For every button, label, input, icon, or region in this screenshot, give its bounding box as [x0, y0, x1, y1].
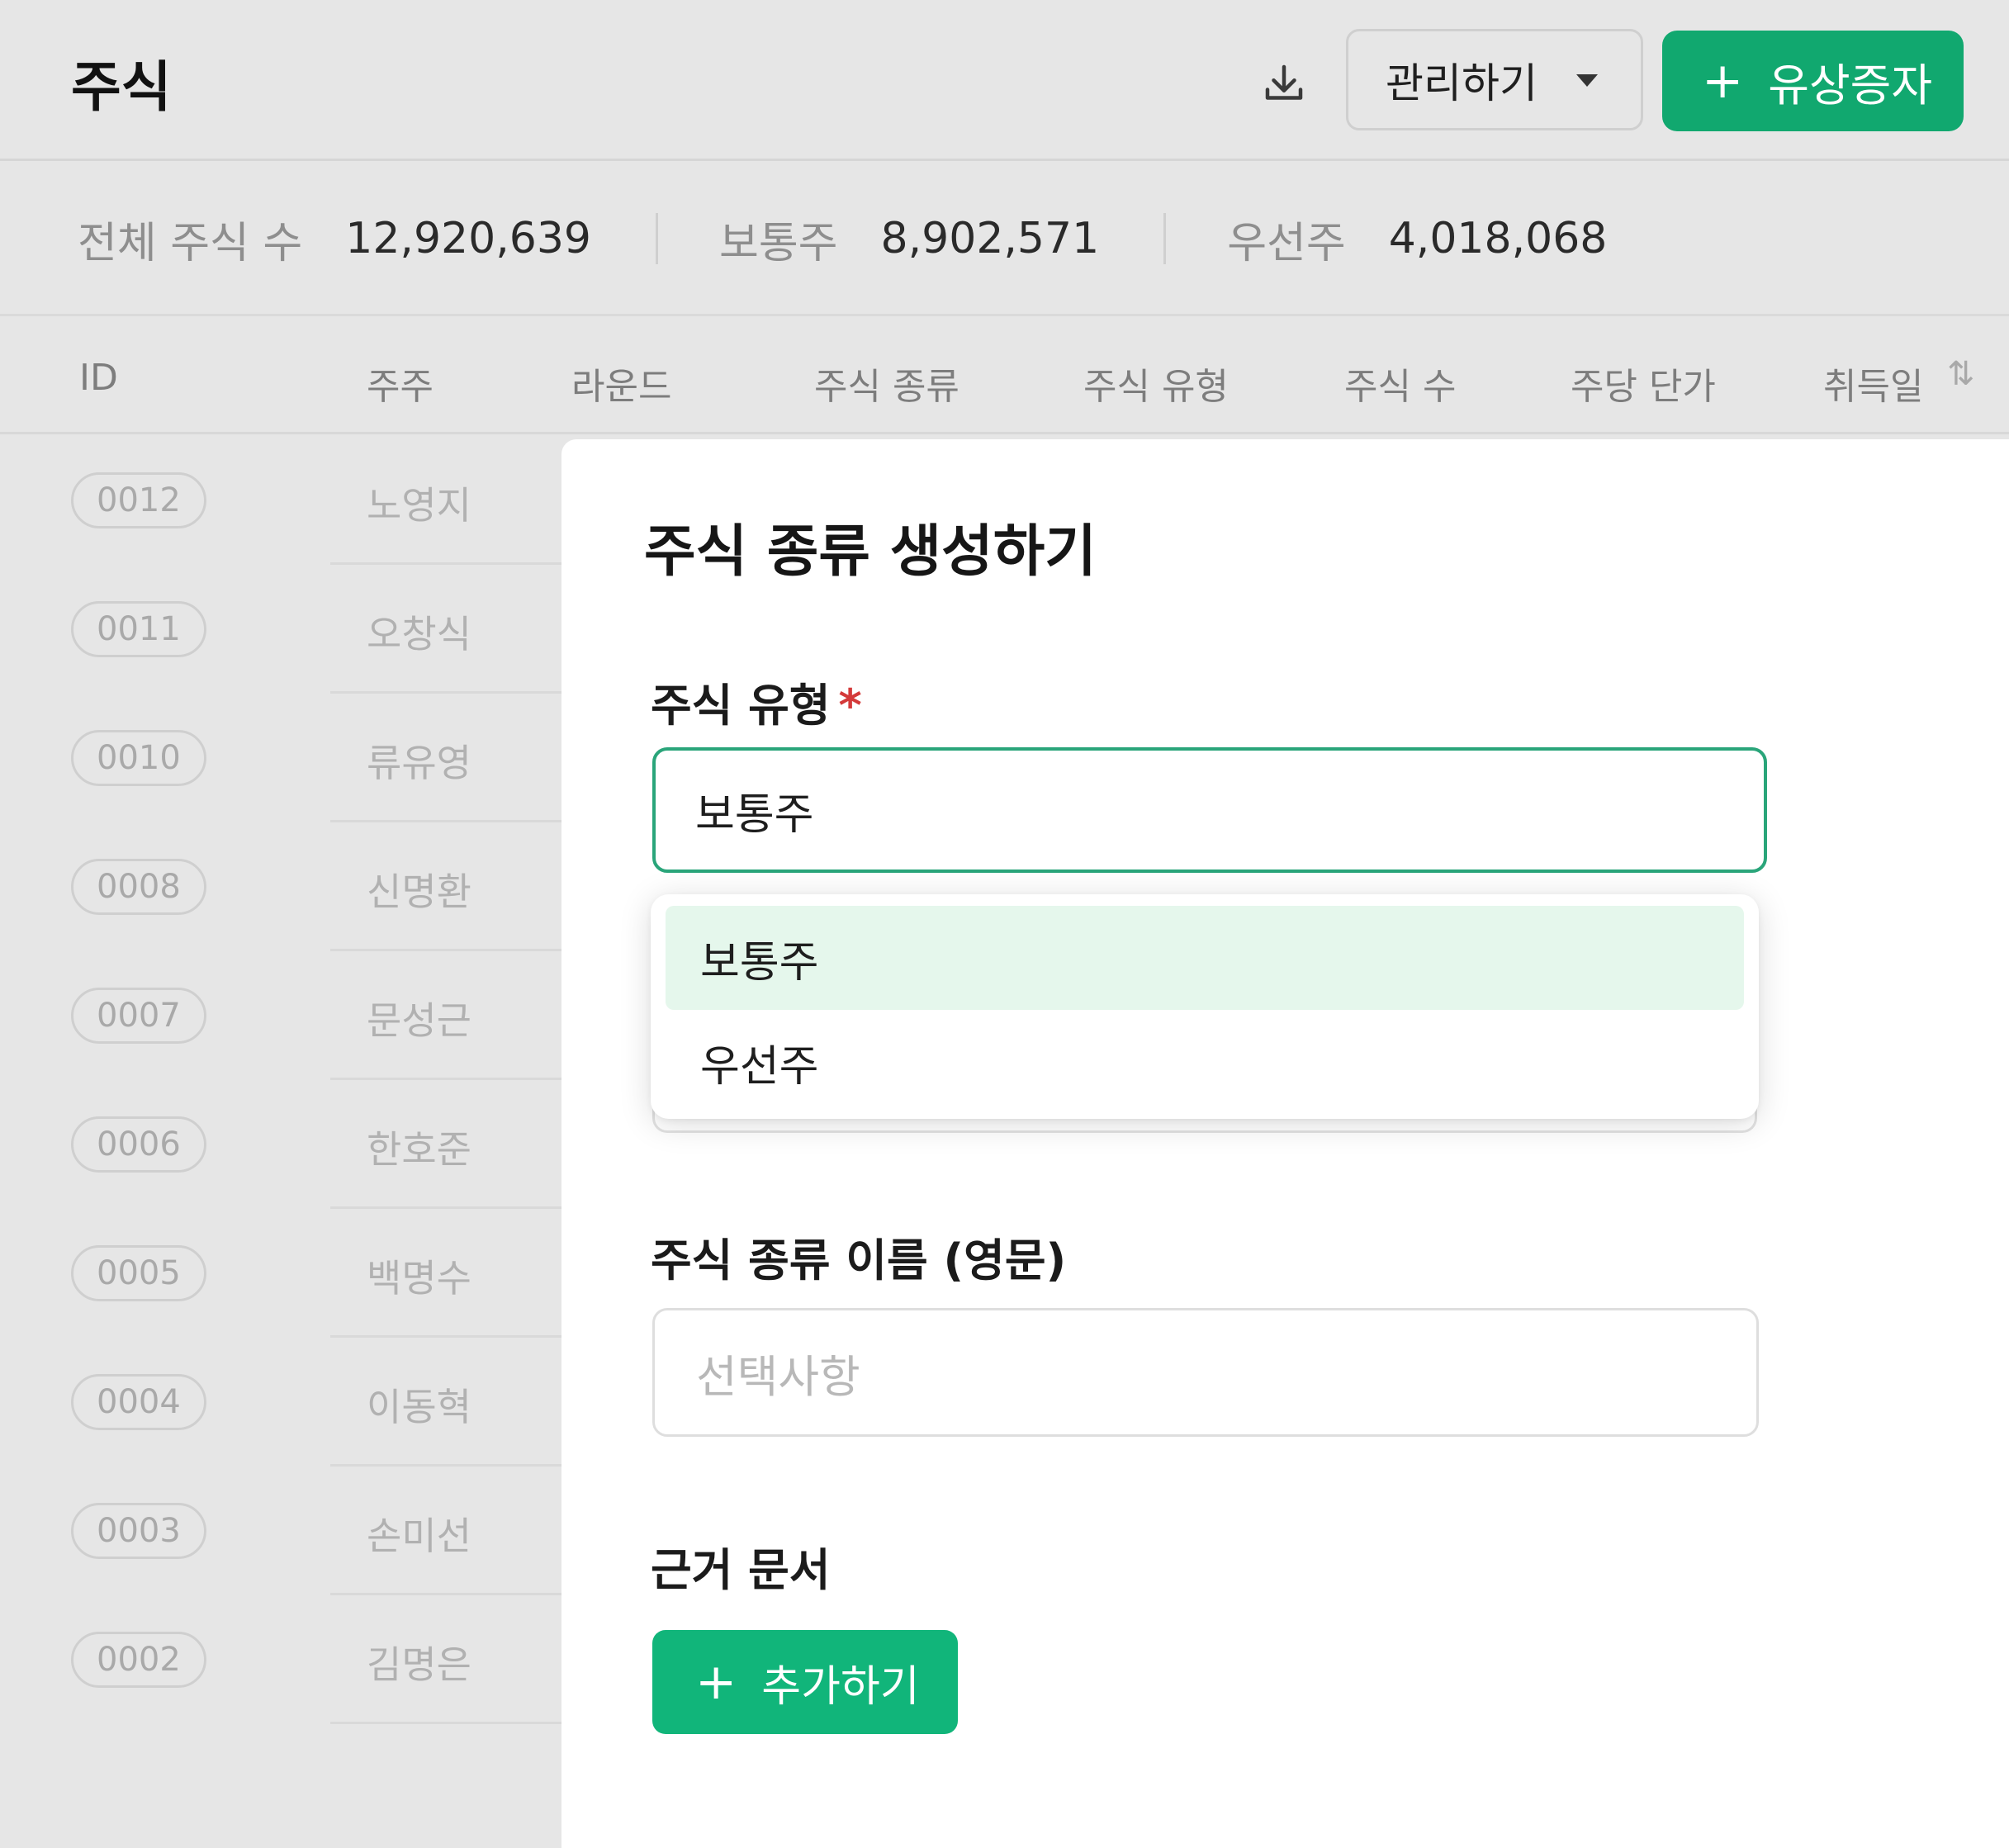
add-document-label: 추가하기 — [761, 1661, 920, 1712]
capital-increase-button[interactable]: + 유상증자 — [1662, 31, 1964, 131]
preferred-shares-label: 우선주 — [1227, 218, 1346, 268]
id-badge: 0002 — [71, 1632, 206, 1688]
capital-increase-label: 유상증자 — [1768, 59, 1933, 111]
shareholder-name: 김명은 — [367, 1642, 471, 1687]
page-header: 주식 관리하기 + 유상증자 — [0, 0, 2009, 161]
divider — [1163, 213, 1167, 264]
download-icon — [1265, 64, 1303, 100]
shareholder-name: 류유영 — [367, 741, 471, 785]
share-type-value: 보통주 — [695, 789, 814, 840]
common-shares-label: 보통주 — [719, 218, 838, 268]
table-body: 0012 노영지 0011 오창식 0010 류유영 0008 신명환 0007… — [0, 436, 561, 1724]
table-row[interactable]: 0011 오창식 — [0, 565, 561, 694]
download-button[interactable] — [1250, 50, 1318, 117]
manage-dropdown-button[interactable]: 관리하기 — [1346, 29, 1643, 130]
manage-label: 관리하기 — [1386, 59, 1538, 107]
column-header-acquired-date[interactable]: 취득일 — [1823, 357, 1923, 410]
page-title: 주식 — [71, 55, 172, 119]
table-row[interactable]: 0002 김명은 — [0, 1595, 561, 1724]
shareholder-name: 한호준 — [367, 1127, 471, 1172]
id-badge: 0003 — [71, 1503, 206, 1559]
share-class-name-input[interactable]: 선택사항 — [652, 1308, 1759, 1437]
id-badge: 0007 — [71, 988, 206, 1044]
table-row[interactable]: 0003 손미선 — [0, 1467, 561, 1595]
share-class-name-label: 주식 종류 이름 (영문) — [651, 1234, 1067, 1286]
column-header-price-per-share[interactable]: 주당 단가 — [1571, 357, 1716, 410]
column-header-share-type[interactable]: 주식 유형 — [1083, 357, 1229, 410]
id-badge: 0005 — [71, 1245, 206, 1301]
total-shares-value: 12,920,639 — [345, 214, 591, 263]
table-row[interactable]: 0005 백명수 — [0, 1209, 561, 1338]
table-row[interactable]: 0010 류유영 — [0, 694, 561, 822]
shareholder-name: 백명수 — [367, 1256, 471, 1301]
table-row[interactable]: 0004 이동혁 — [0, 1338, 561, 1467]
required-asterisk: * — [838, 680, 862, 732]
total-shares-label: 전체 주식 수 — [78, 218, 303, 268]
shareholder-name: 이동혁 — [367, 1385, 471, 1429]
table-row[interactable]: 0007 문성근 — [0, 951, 561, 1080]
table-row[interactable]: 0008 신명환 — [0, 822, 561, 951]
shareholder-name: 문성근 — [367, 998, 471, 1043]
create-share-class-panel: 주식 종류 생성하기 주식 유형 * 보통주 보통주 우선주 주식 종류 이름 (… — [561, 439, 2009, 1848]
id-badge: 0006 — [71, 1116, 206, 1173]
id-badge: 0010 — [71, 730, 206, 786]
share-summary: 전체 주식 수 12,920,639 보통주 8,902,571 우선주 4,0… — [0, 163, 2009, 316]
column-header-round[interactable]: 라운드 — [571, 357, 671, 410]
column-header-share-count[interactable]: 주식 수 — [1344, 357, 1456, 410]
id-badge: 0008 — [71, 859, 206, 915]
column-header-share-class[interactable]: 주식 종류 — [814, 357, 959, 410]
table-row[interactable]: 0012 노영지 — [0, 436, 561, 565]
share-type-select[interactable]: 보통주 — [652, 747, 1767, 873]
share-type-label-text: 주식 유형 — [651, 680, 831, 732]
shareholder-name: 노영지 — [367, 483, 471, 528]
column-header-holder[interactable]: 주주 — [367, 357, 434, 410]
table-header: ID 주주 라운드 주식 종류 주식 유형 주식 수 주당 단가 취득일 ⇅ — [0, 319, 2009, 434]
sort-arrows-icon[interactable]: ⇅ — [1947, 355, 1975, 393]
add-document-button[interactable]: + 추가하기 — [652, 1630, 958, 1734]
id-badge: 0004 — [71, 1374, 206, 1430]
common-shares-value: 8,902,571 — [880, 214, 1100, 263]
option-preferred-shares[interactable]: 우선주 — [666, 1010, 1744, 1092]
shareholder-name: 신명환 — [367, 870, 471, 914]
supporting-docs-label: 근거 문서 — [651, 1544, 831, 1596]
shareholder-name: 오창식 — [367, 612, 471, 656]
column-header-id[interactable]: ID — [79, 357, 118, 399]
plus-icon: + — [695, 1653, 737, 1711]
caret-down-icon — [1576, 74, 1598, 87]
preferred-shares-value: 4,018,068 — [1388, 214, 1608, 263]
panel-title: 주식 종류 생성하기 — [644, 519, 1097, 585]
share-class-name-placeholder: 선택사항 — [696, 1350, 860, 1403]
share-type-label: 주식 유형 * — [651, 669, 862, 734]
divider — [656, 213, 658, 264]
table-row[interactable]: 0006 한호준 — [0, 1080, 561, 1209]
option-common-shares[interactable]: 보통주 — [666, 906, 1744, 1010]
share-type-dropdown-menu: 보통주 우선주 — [651, 894, 1759, 1119]
plus-icon: + — [1702, 52, 1744, 110]
id-badge: 0012 — [71, 472, 206, 528]
shareholder-name: 손미선 — [367, 1514, 471, 1558]
id-badge: 0011 — [71, 601, 206, 657]
